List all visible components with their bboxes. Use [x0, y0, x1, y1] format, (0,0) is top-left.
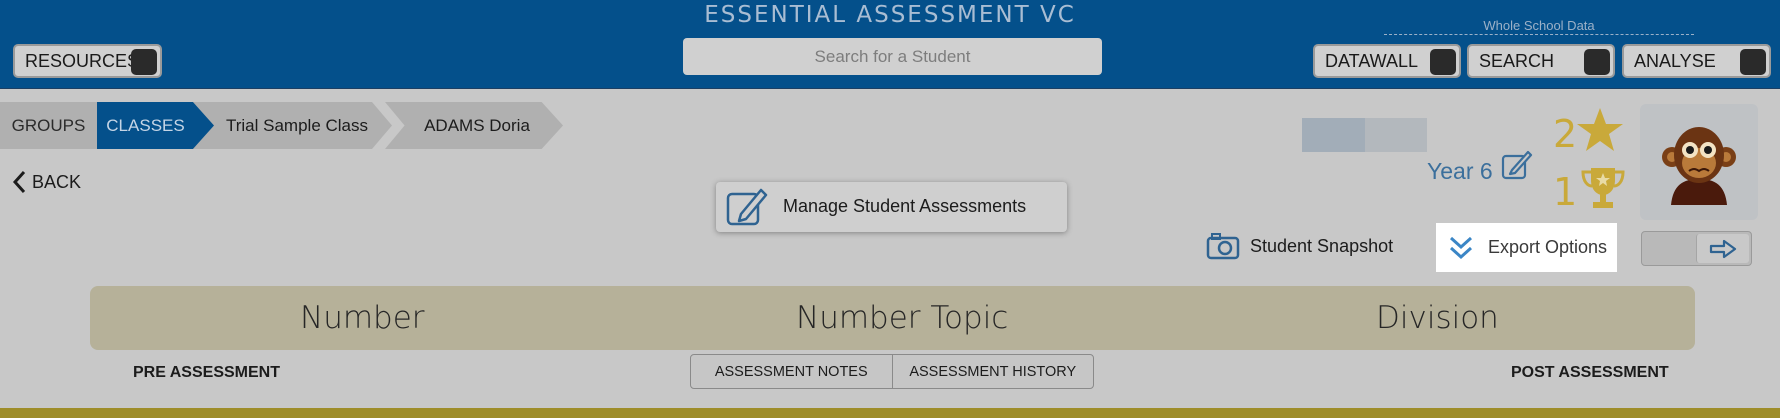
camera-icon	[1206, 233, 1240, 260]
double-chevron-down-icon	[1449, 236, 1473, 259]
chevron-left-icon	[12, 170, 26, 194]
year-level-label: Year 6	[1427, 158, 1493, 184]
analyse-label: ANALYSE	[1634, 50, 1716, 71]
manage-label: Manage Student Assessments	[783, 196, 1027, 216]
search-label: SEARCH	[1479, 50, 1555, 71]
star-icon	[1577, 108, 1623, 151]
edit-icon	[726, 188, 768, 226]
arrow-right-icon	[1709, 239, 1737, 258]
topic-title: Number Topic	[796, 300, 1009, 336]
assessment-tabs: ASSESSMENT NOTES ASSESSMENT HISTORY	[690, 354, 1094, 389]
breadcrumb-groups[interactable]: GROUPS	[0, 102, 97, 149]
edit-year-icon[interactable]	[1500, 148, 1534, 182]
year-progress-bar	[1302, 118, 1427, 152]
top-header: ESSENTIAL ASSESSMENT VC RESOURCES Whole …	[0, 0, 1780, 89]
pre-assessment-label: PRE ASSESSMENT	[133, 364, 280, 381]
datawall-label: DATAWALL	[1325, 50, 1419, 71]
subtopic-title: Division	[1376, 300, 1499, 336]
search-toggle-icon	[1584, 49, 1610, 75]
breadcrumb-classes[interactable]: CLASSES	[97, 102, 214, 149]
stars-count: 2	[1553, 112, 1578, 156]
export-label: Export Options	[1488, 237, 1608, 257]
trophies-count: 1	[1553, 170, 1578, 214]
student-search-input[interactable]	[683, 38, 1102, 75]
breadcrumb-student[interactable]: ADAMS Doria	[385, 102, 563, 149]
search-button[interactable]: SEARCH	[1467, 44, 1615, 78]
toggle-knob[interactable]	[1696, 234, 1749, 263]
trophy-icon	[1581, 168, 1625, 208]
snapshot-label: Student Snapshot	[1250, 235, 1394, 256]
datawall-button[interactable]: DATAWALL	[1313, 44, 1461, 78]
resources-button[interactable]: RESOURCES	[13, 44, 162, 78]
back-button[interactable]: BACK	[12, 170, 81, 194]
gold-divider	[0, 408, 1780, 418]
monkey-avatar-icon	[1662, 127, 1736, 205]
next-toggle[interactable]	[1641, 231, 1752, 266]
resources-toggle-icon	[131, 49, 157, 75]
analyse-button[interactable]: ANALYSE	[1622, 44, 1771, 78]
export-options-button[interactable]: Export Options	[1436, 223, 1617, 272]
progress-fill	[1302, 118, 1365, 152]
resources-label: RESOURCES	[25, 50, 140, 71]
post-assessment-label: POST ASSESSMENT	[1511, 364, 1669, 381]
strand-title: Number	[300, 300, 425, 336]
manage-assessments-button[interactable]: Manage Student Assessments	[716, 182, 1067, 232]
student-snapshot-button[interactable]: Student Snapshot	[1206, 232, 1393, 260]
datawall-toggle-icon	[1430, 49, 1456, 75]
back-label: BACK	[32, 171, 82, 192]
student-avatar[interactable]	[1640, 104, 1758, 220]
analyse-toggle-icon	[1740, 49, 1766, 75]
tab-assessment-notes[interactable]: ASSESSMENT NOTES	[691, 355, 892, 388]
tab-assessment-history[interactable]: ASSESSMENT HISTORY	[891, 355, 1094, 388]
whole-school-data-label: Whole School Data	[1384, 18, 1694, 35]
breadcrumb-class[interactable]: Trial Sample Class	[192, 102, 392, 149]
